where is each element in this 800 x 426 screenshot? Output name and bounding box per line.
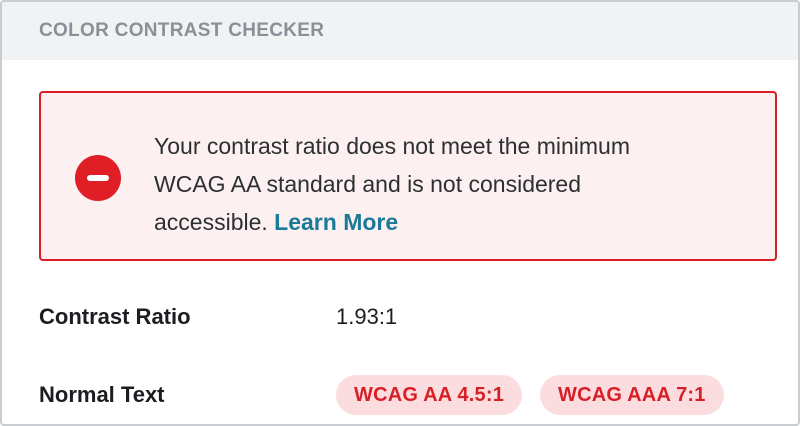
contrast-error-alert: Your contrast ratio does not meet the mi… [39,91,777,261]
wcag-aa-badge: WCAG AA 4.5:1 [336,375,523,415]
learn-more-link[interactable]: Learn More [274,209,398,235]
normal-text-label: Normal Text [39,382,165,407]
normal-text-row: Normal Text WCAG AA 4.5:1 WCAG AAA 7:1 [39,375,779,415]
contrast-ratio-value: 1.93:1 [336,304,398,329]
wcag-aaa-badge: WCAG AAA 7:1 [540,375,724,415]
contrast-checker-panel: COLOR CONTRAST CHECKER Your contrast rat… [0,0,800,426]
alert-message: Your contrast ratio does not meet the mi… [154,127,654,241]
panel-title: COLOR CONTRAST CHECKER [39,20,325,41]
minus-circle-icon [75,155,121,201]
contrast-ratio-label: Contrast Ratio [39,304,191,329]
contrast-ratio-row: Contrast Ratio 1.93:1 [39,297,779,337]
panel-header: COLOR CONTRAST CHECKER [2,2,798,60]
